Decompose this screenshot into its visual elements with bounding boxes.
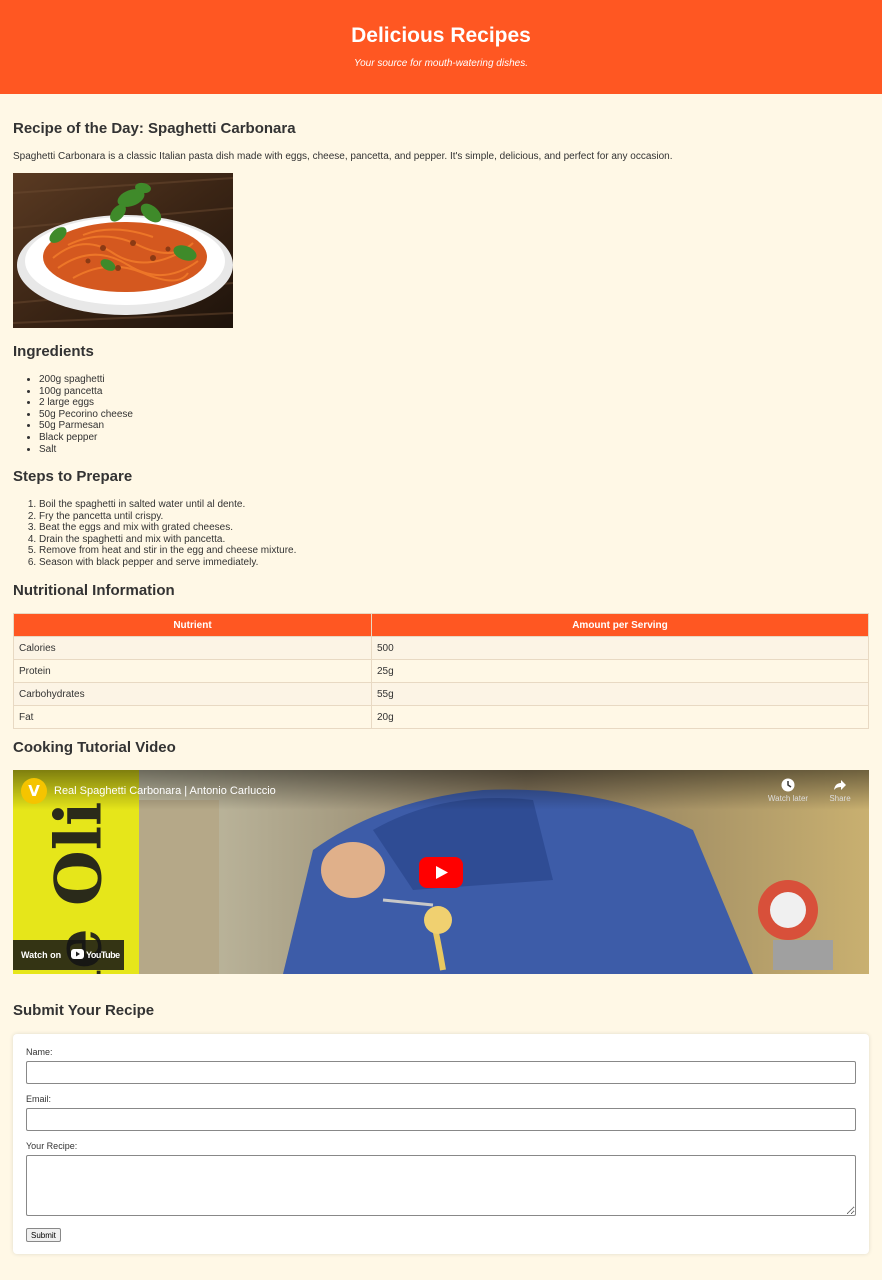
email-field[interactable] [26,1108,856,1131]
name-label: Name: [26,1047,53,1057]
video-heading: Cooking Tutorial Video [13,739,176,756]
column-header-amount: Amount per Serving [371,613,869,637]
nutrition-table: Nutrient Amount per Serving Calories 500… [13,613,869,729]
share-icon [834,780,846,790]
site-tagline: Your source for mouth-watering dishes. [354,58,528,69]
ingredient-item: 50g Parmesan [39,420,133,432]
table-cell: 20g [371,705,869,729]
watch-on-youtube-button[interactable]: Watch on YouTube [13,940,124,970]
table-header-row: Nutrient Amount per Serving [13,613,869,637]
table-cell: Carbohydrates [13,682,372,706]
recipe-description: Spaghetti Carbonara is a classic Italian… [13,151,673,162]
ingredient-item: 50g Pecorino cheese [39,409,133,421]
step-item: Boil the spaghetti in salted water until… [39,499,296,511]
table-row: Carbohydrates 55g [13,682,869,706]
steps-heading: Steps to Prepare [13,468,133,485]
table-row: Fat 20g [13,705,869,729]
nutrition-heading: Nutritional Information [13,582,175,599]
ingredient-item: 2 large eggs [39,397,133,409]
recipe-textarea[interactable] [26,1155,856,1216]
table-cell: Protein [13,659,372,683]
ingredients-heading: Ingredients [13,343,94,360]
ingredient-item: Salt [39,444,133,456]
step-item: Fry the pancetta until crispy. [39,511,296,523]
ingredient-item: 100g pancetta [39,386,133,398]
recipe-label: Your Recipe: [26,1141,78,1151]
steps-list: Boil the spaghetti in salted water until… [13,499,296,569]
submit-button[interactable]: Submit [26,1228,61,1242]
video-title[interactable]: Real Spaghetti Carbonara | Antonio Carlu… [54,784,276,798]
table-cell: 25g [371,659,869,683]
share-button[interactable]: Share [823,778,857,806]
v-logo-icon: V [28,782,40,800]
clock-icon [781,778,795,792]
email-label: Email: [26,1094,52,1104]
ingredient-item: Black pepper [39,432,133,444]
watch-on-label: Watch on [21,950,62,960]
youtube-logo-icon [71,949,84,959]
name-field[interactable] [26,1061,856,1084]
form-heading: Submit Your Recipe [13,1002,155,1019]
recipe-heading: Recipe of the Day: Spaghetti Carbonara [13,120,296,137]
play-icon [436,866,448,879]
table-row: Protein 25g [13,659,869,683]
ingredients-list: 200g spaghetti 100g pancetta 2 large egg… [13,374,133,455]
ingredient-item: 200g spaghetti [39,374,133,386]
share-label: Share [829,794,851,803]
table-row: Calories 500 [13,636,869,660]
play-button[interactable] [419,857,463,888]
step-item: Season with black pepper and serve immed… [39,557,296,569]
watch-later-label: Watch later [767,794,809,803]
table-cell: 500 [371,636,869,660]
step-item: Beat the eggs and mix with grated cheese… [39,522,296,534]
table-cell: 55g [371,682,869,706]
column-header-nutrient: Nutrient [13,613,372,637]
channel-avatar[interactable]: V [21,778,47,804]
youtube-label: YouTube [86,950,120,960]
video-embed[interactable]: V Real Spaghetti Carbonara | Antonio Car… [13,770,869,974]
watch-later-button[interactable]: Watch later [762,778,814,806]
step-item: Remove from heat and stir in the egg and… [39,545,296,557]
step-item: Drain the spaghetti and mix with pancett… [39,534,296,546]
recipe-form: Name: Email: Your Recipe: Submit [13,1034,869,1254]
table-cell: Calories [13,636,372,660]
site-title: Delicious Recipes [351,24,531,47]
recipe-image [13,173,233,328]
table-cell: Fat [13,705,372,729]
site-header: Delicious Recipes Your source for mouth-… [0,0,882,94]
